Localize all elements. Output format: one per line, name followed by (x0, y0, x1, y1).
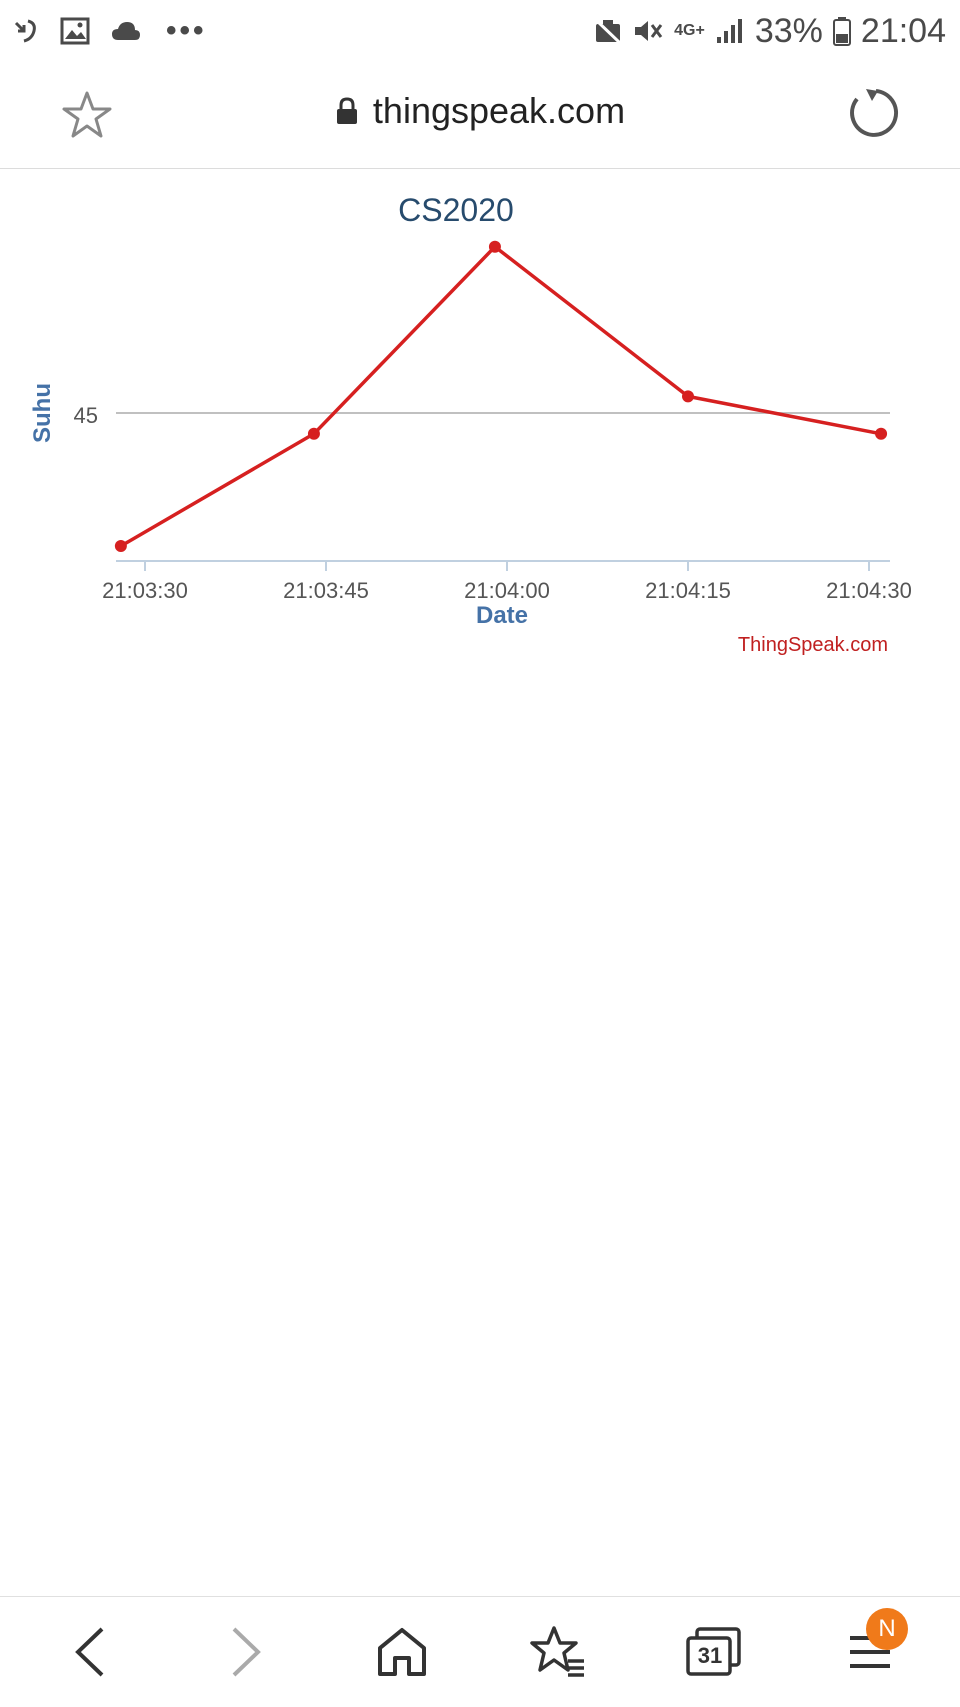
bookmarks-star-icon (530, 1626, 584, 1677)
clock: 21:04 (860, 11, 946, 50)
missed-call-icon (12, 17, 40, 45)
home-button[interactable] (362, 1617, 442, 1687)
back-arrow-icon (75, 1627, 104, 1677)
x-tick-label: 21:04:15 (645, 578, 731, 603)
y-tick-label: 45 (74, 403, 98, 428)
chart-credit[interactable]: ThingSpeak.com (738, 634, 888, 656)
line-chart: CS2020 45 Suhu Date ThingSpeak.com 21:03… (29, 192, 912, 656)
chart-container: CS2020 45 Suhu Date ThingSpeak.com 21:03… (0, 168, 960, 688)
y-axis-title: Suhu (29, 383, 56, 443)
browser-url-bar: thingspeak.com (0, 62, 960, 169)
home-icon (378, 1628, 426, 1676)
menu-notification-badge: N (866, 1608, 908, 1650)
status-bar-left: ••• (0, 16, 207, 46)
cloud-icon (110, 20, 142, 42)
back-button[interactable] (50, 1617, 130, 1687)
data-point[interactable] (114, 540, 127, 553)
data-point[interactable] (307, 427, 320, 440)
data-point[interactable] (488, 240, 501, 253)
browser-bottom-nav: 31 (0, 1596, 960, 1707)
more-notifications-icon: ••• (166, 14, 207, 47)
bookmarks-button[interactable] (518, 1617, 598, 1687)
x-tick-label: 21:04:00 (464, 578, 550, 603)
tabs-count: 31 (697, 1643, 723, 1668)
reload-button[interactable] (844, 84, 902, 142)
lock-icon (336, 97, 357, 124)
address-field[interactable]: thingspeak.com (0, 90, 960, 132)
status-bar: ••• 4G+ 33% 21:04 (0, 0, 960, 62)
data-point[interactable] (682, 390, 694, 403)
forward-arrow-icon (232, 1627, 261, 1677)
reload-icon (850, 89, 898, 137)
url-text: thingspeak.com (372, 90, 626, 131)
battery-icon (832, 16, 851, 46)
x-axis-title: Date (476, 602, 528, 629)
data-point[interactable] (875, 427, 888, 440)
series-line (119, 244, 882, 548)
series-layer (114, 240, 888, 553)
forward-button[interactable] (206, 1617, 286, 1687)
image-icon (60, 17, 90, 45)
network-type-label: 4G+ (674, 22, 705, 39)
signal-icon (715, 17, 745, 45)
battery-percent: 33% (754, 11, 823, 50)
x-tick-label: 21:04:30 (826, 578, 912, 603)
battery-off-icon (594, 18, 622, 44)
tabs-button[interactable]: 31 (674, 1617, 754, 1687)
x-axis-ticks: 21:03:30 21:03:45 21:04:00 21:04:15 21:04:30 (102, 561, 912, 603)
x-tick-label: 21:03:30 (102, 578, 188, 603)
x-tick-label: 21:03:45 (283, 578, 369, 603)
chart-title: CS2020 (398, 192, 514, 228)
mute-icon (632, 17, 664, 45)
status-bar-right: 4G+ 33% 21:04 (594, 12, 960, 51)
